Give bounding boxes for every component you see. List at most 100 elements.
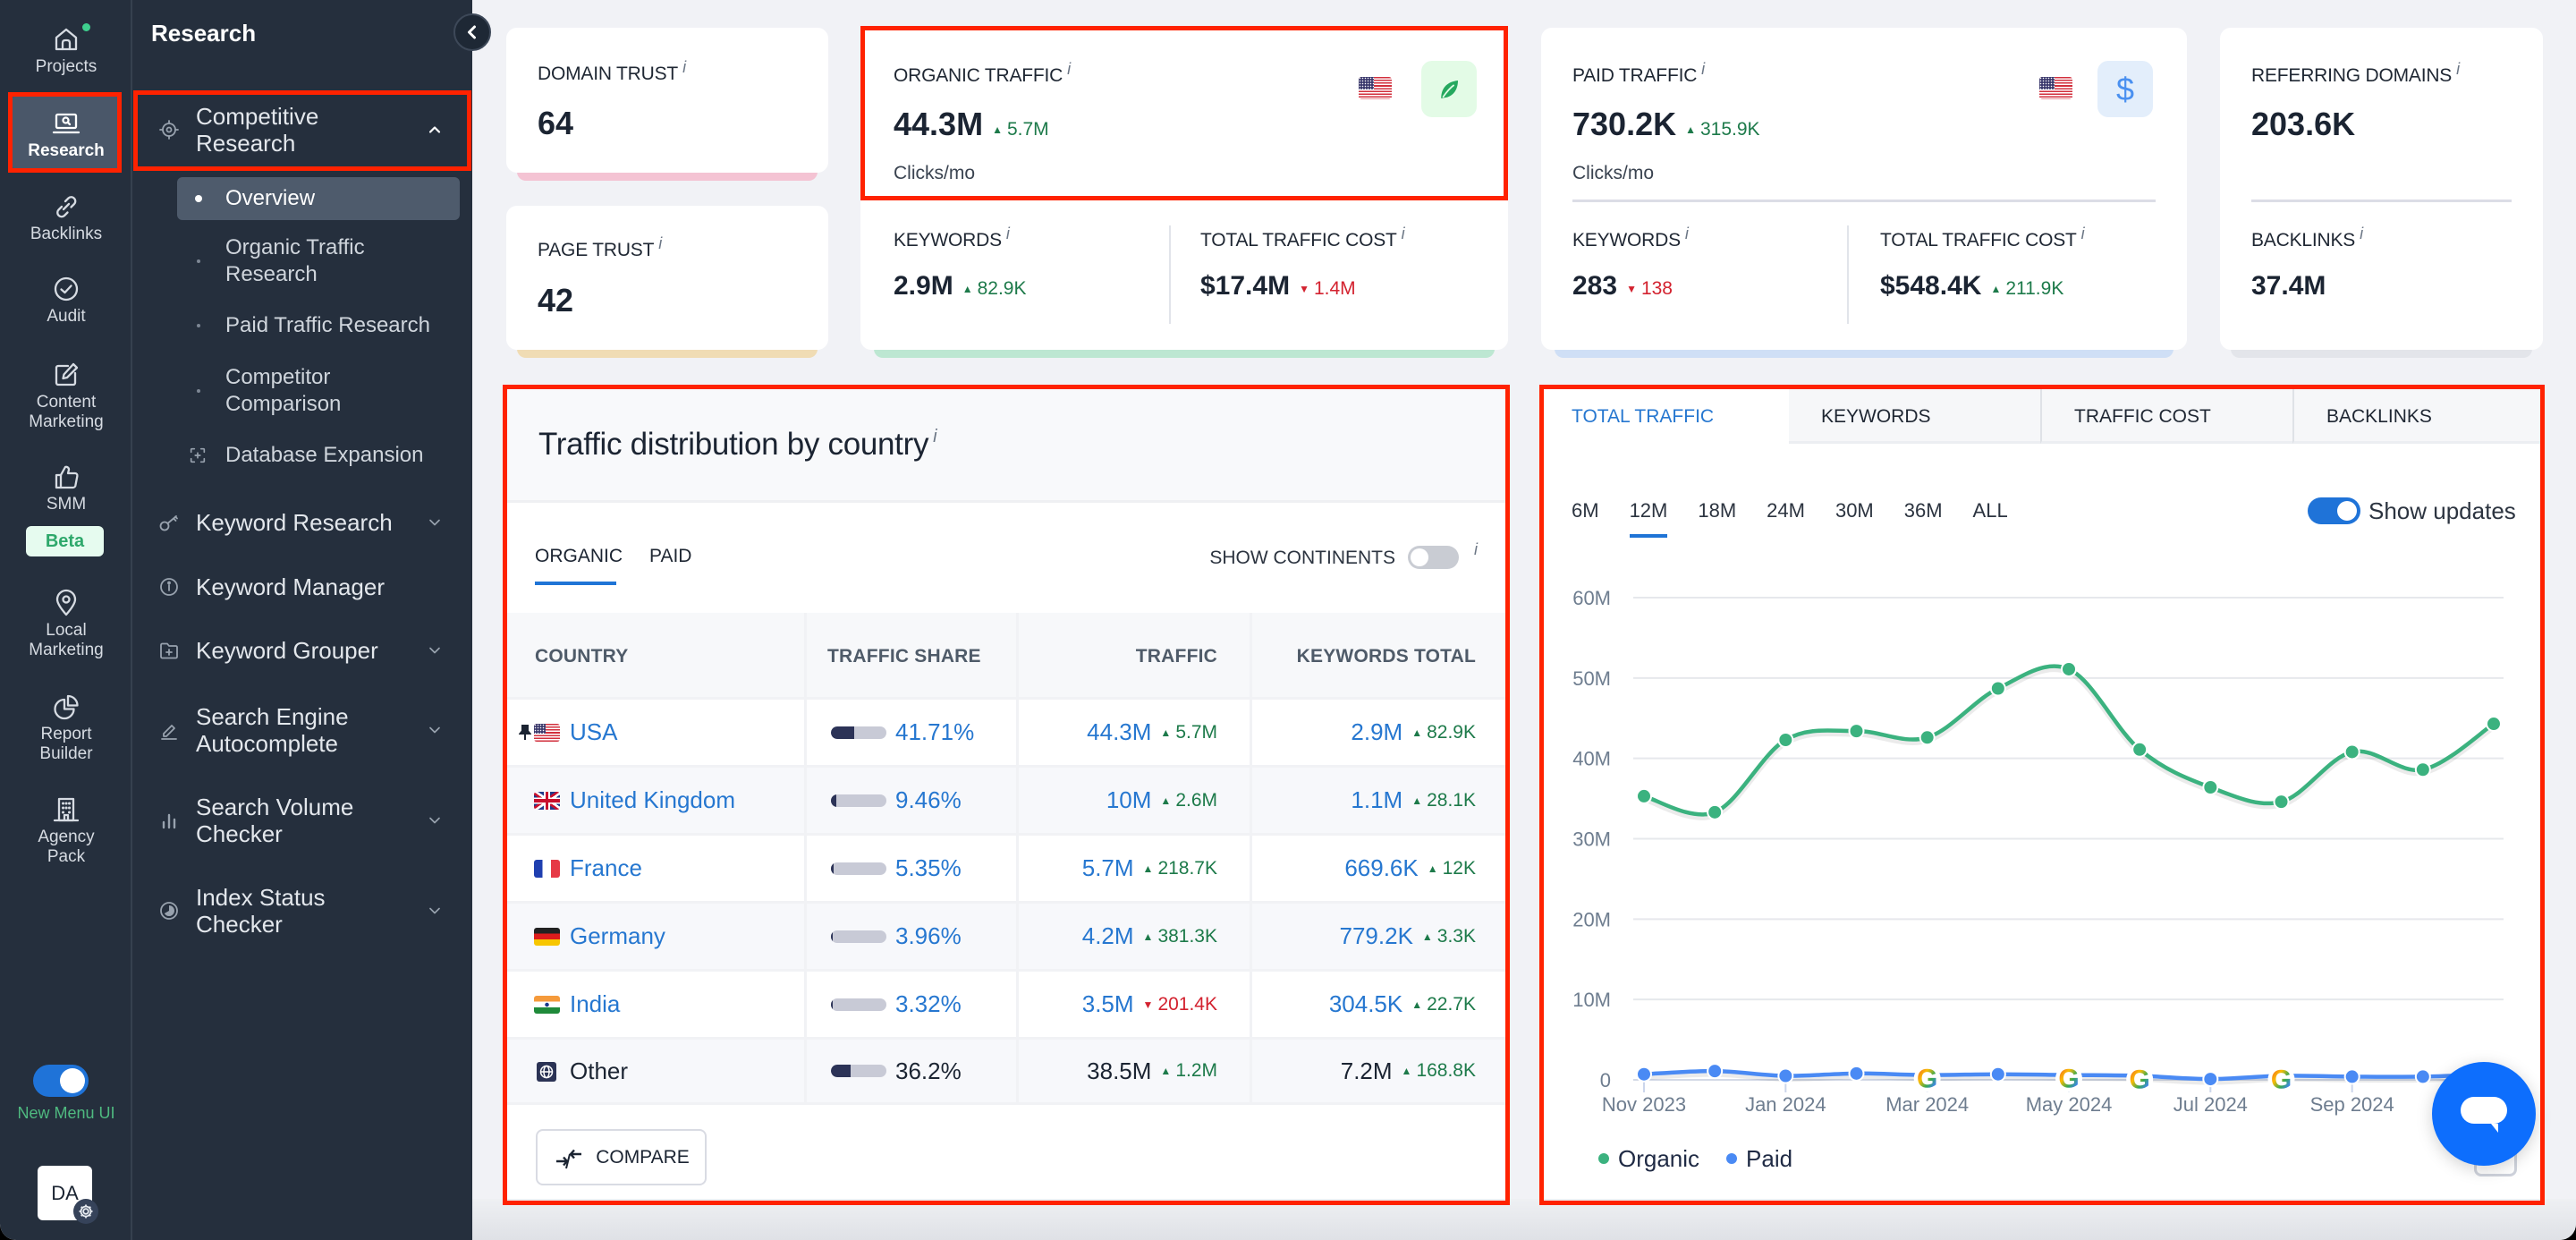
keywords-value[interactable]: 304.5K xyxy=(1329,990,1402,1018)
compare-button[interactable]: COMPARE xyxy=(536,1129,707,1185)
keywords-value[interactable]: 1.1M xyxy=(1351,786,1402,814)
show-continents-toggle[interactable] xyxy=(1408,546,1459,569)
legend-dot xyxy=(1598,1153,1609,1165)
menu-overview[interactable]: Overview xyxy=(132,185,472,212)
traffic-value[interactable]: 10M xyxy=(1106,786,1152,814)
menu-index-status-checker[interactable]: Index Status Checker xyxy=(132,884,472,938)
country-link[interactable]: USA xyxy=(570,718,617,746)
new-menu-ui-toggle[interactable] xyxy=(33,1065,89,1097)
rail-item-label: Audit xyxy=(47,307,86,326)
paid-traffic-value: 730.2K315.9K xyxy=(1572,106,1760,143)
keywords-value[interactable]: 669.6K xyxy=(1344,854,1418,882)
menu-keyword-manager[interactable]: Keyword Manager xyxy=(132,573,472,600)
chevron-up-icon[interactable] xyxy=(426,121,444,139)
google-update-icon[interactable]: G xyxy=(2271,1066,2292,1095)
info-icon[interactable] xyxy=(1006,225,1010,242)
country-link[interactable]: India xyxy=(570,990,620,1018)
info-icon[interactable] xyxy=(933,427,936,446)
referring-domains-value: 203.6K xyxy=(2251,106,2356,142)
submenu-title: Research xyxy=(151,20,257,47)
chevron-down-icon[interactable] xyxy=(426,641,444,659)
info-icon[interactable] xyxy=(682,58,686,76)
country-link[interactable]: Germany xyxy=(570,922,665,950)
leaf-icon xyxy=(1421,61,1477,117)
column-header-country[interactable]: COUNTRY xyxy=(506,613,807,700)
menu-label: Keyword Manager xyxy=(196,573,385,600)
traffic-value[interactable]: 44.3M xyxy=(1087,718,1151,746)
rail-item-backlinks[interactable]: Backlinks xyxy=(0,191,132,244)
info-icon[interactable] xyxy=(2456,60,2460,78)
traffic-value[interactable]: 5.7M xyxy=(1082,854,1134,882)
info-icon[interactable] xyxy=(1402,225,1405,242)
keywords-value[interactable]: 2.9M xyxy=(1351,718,1402,746)
column-header-traffic[interactable]: TRAFFIC xyxy=(1019,613,1252,700)
rail-item-report-builder[interactable]: Report Builder xyxy=(0,692,132,764)
info-icon[interactable] xyxy=(1474,540,1478,559)
keywords-value[interactable]: 779.2K xyxy=(1340,922,1413,950)
chevron-down-icon[interactable] xyxy=(426,902,444,920)
chevron-down-icon[interactable] xyxy=(426,721,444,739)
menu-organic-traffic-research[interactable]: Organic Traffic Research xyxy=(132,234,472,288)
us-flag-icon[interactable] xyxy=(1359,77,1392,99)
country-link[interactable]: France xyxy=(570,854,642,882)
menu-label: Index Status xyxy=(196,884,326,911)
google-update-icon[interactable]: G xyxy=(2058,1065,2079,1094)
menu-competitive-research[interactable]: Competitive Research xyxy=(132,103,472,157)
info-icon[interactable] xyxy=(1685,225,1689,242)
collapse-sidebar-button[interactable] xyxy=(453,13,491,51)
menu-keyword-grouper[interactable]: Keyword Grouper xyxy=(132,637,472,664)
legend-item-organic[interactable]: Organic xyxy=(1598,1145,1699,1173)
menu-search-engine-autocomplete[interactable]: Search Engine Autocomplete xyxy=(132,703,472,757)
info-icon[interactable] xyxy=(658,234,662,252)
delta: 2.6M xyxy=(1160,790,1217,811)
column-header-traffic-share[interactable]: TRAFFIC SHARE xyxy=(807,613,1019,700)
page-trust-card: PAGE TRUST 42 xyxy=(506,206,828,350)
rail-item-research[interactable]: Research xyxy=(0,108,132,161)
country-label: Other xyxy=(570,1057,629,1084)
chat-support-button[interactable] xyxy=(2432,1062,2536,1166)
rail-item-audit[interactable]: Audit xyxy=(0,274,132,327)
chevron-down-icon[interactable] xyxy=(426,811,444,829)
rail-item-smm[interactable]: SMM xyxy=(0,462,132,514)
legend-item-paid[interactable]: Paid xyxy=(1726,1145,1792,1173)
google-update-icon[interactable]: G xyxy=(2129,1066,2149,1095)
menu-label: Search Engine xyxy=(196,703,349,730)
backlinks-value: 37.4M xyxy=(2251,271,2326,301)
info-icon[interactable] xyxy=(2081,225,2085,242)
menu-label: Competitor xyxy=(225,365,331,389)
traffic-value[interactable]: 3.5M xyxy=(1082,990,1134,1018)
google-update-icon[interactable]: G xyxy=(1917,1065,1937,1094)
info-icon[interactable] xyxy=(1067,60,1071,78)
info-icon[interactable] xyxy=(1701,60,1705,78)
pen-icon xyxy=(158,719,180,741)
pin-icon[interactable] xyxy=(519,724,531,741)
menu-competitor-comparison[interactable]: Competitor Comparison xyxy=(132,364,472,418)
traffic-value[interactable]: 4.2M xyxy=(1082,922,1134,950)
metric-label: KEYWORDS xyxy=(1572,225,1689,251)
referring-domains-card: REFERRING DOMAINS 203.6K BACKLINKS 37.4M xyxy=(2220,28,2543,350)
research-submenu: Research Competitive Research Overview Or… xyxy=(132,0,472,1240)
folder-plus-icon xyxy=(158,640,180,661)
gear-icon[interactable] xyxy=(73,1199,98,1224)
rail-item-content-marketing[interactable]: Content Marketing xyxy=(0,360,132,432)
rail-item-agency-pack[interactable]: Agency Pack xyxy=(0,794,132,867)
rail-item-projects[interactable]: Projects xyxy=(0,24,132,77)
column-header-keywords-total[interactable]: KEYWORDS TOTAL xyxy=(1252,613,1508,700)
info-icon[interactable] xyxy=(2360,225,2363,242)
traffic-share-fill xyxy=(831,794,836,807)
us-flag-icon[interactable] xyxy=(2039,77,2072,99)
menu-database-expansion[interactable]: Database Expansion xyxy=(132,442,472,469)
menu-label: Paid Traffic Research xyxy=(225,313,430,337)
delta: 168.8K xyxy=(1402,1060,1476,1082)
menu-label: Competitive xyxy=(196,103,319,130)
menu-paid-traffic-research[interactable]: Paid Traffic Research xyxy=(132,312,472,339)
tab-paid[interactable]: PAID xyxy=(649,546,691,567)
tab-organic[interactable]: ORGANIC xyxy=(535,546,623,567)
chevron-down-icon[interactable] xyxy=(426,514,444,531)
menu-keyword-research[interactable]: Keyword Research xyxy=(132,509,472,536)
paid-cost-value: $548.4K211.9K xyxy=(1880,271,2063,302)
menu-search-volume-checker[interactable]: Search Volume Checker xyxy=(132,794,472,847)
country-link[interactable]: United Kingdom xyxy=(570,786,735,814)
menu-label: Keyword Grouper xyxy=(196,637,378,664)
rail-item-local-marketing[interactable]: Local Marketing xyxy=(0,588,132,660)
